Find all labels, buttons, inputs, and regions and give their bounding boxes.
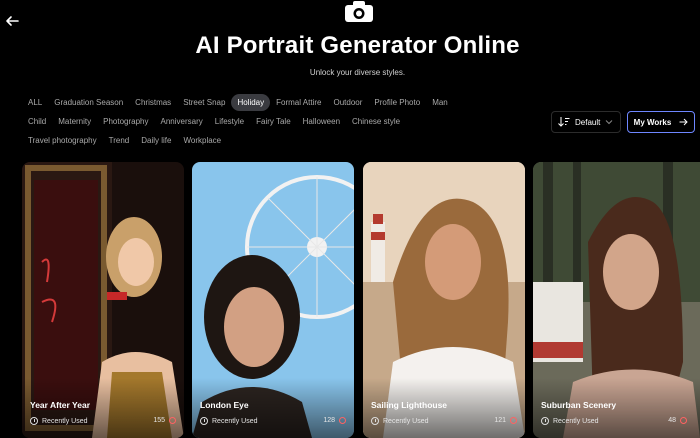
card-status: Recently Used	[200, 417, 258, 425]
tag-daily-life[interactable]: Daily life	[135, 132, 177, 149]
tag-profile-photo[interactable]: Profile Photo	[368, 94, 426, 111]
card-status-label: Recently Used	[383, 417, 429, 425]
card-count-value: 48	[668, 417, 676, 424]
tag-all[interactable]: ALL	[22, 94, 48, 111]
tag-christmas[interactable]: Christmas	[129, 94, 177, 111]
page-subtitle: Unlock your diverse styles.	[309, 68, 406, 77]
card-count: 48	[668, 417, 687, 424]
sort-icon	[558, 117, 570, 127]
my-works-button[interactable]: My Works	[627, 111, 695, 133]
back-arrow-icon[interactable]	[4, 13, 20, 29]
tag-workplace[interactable]: Workplace	[177, 132, 227, 149]
heart-icon	[680, 417, 687, 424]
heart-icon	[510, 417, 517, 424]
clock-icon	[30, 417, 38, 425]
heart-icon	[169, 417, 176, 424]
tag-halloween[interactable]: Halloween	[297, 113, 346, 130]
page-title: AI Portrait Generator Online	[195, 32, 520, 59]
card-status-label: Recently Used	[553, 417, 599, 425]
tag-anniversary[interactable]: Anniversary	[155, 113, 209, 130]
arrow-right-icon	[679, 118, 689, 126]
card-title: Year After Year	[30, 400, 91, 410]
card-count: 155	[153, 417, 176, 424]
tag-lifestyle[interactable]: Lifestyle	[209, 113, 250, 130]
tag-photography[interactable]: Photography	[97, 113, 154, 130]
camera-icon	[345, 1, 373, 22]
sort-dropdown[interactable]: Default	[551, 111, 621, 133]
tag-fairy-tale[interactable]: Fairy Tale	[250, 113, 297, 130]
card-count: 121	[494, 417, 517, 424]
category-row-3: Travel photography Trend Daily life Work…	[22, 132, 482, 149]
card-count-value: 155	[153, 417, 165, 424]
card-title: London Eye	[200, 400, 249, 410]
tag-travel-photography[interactable]: Travel photography	[22, 132, 103, 149]
card-count-value: 128	[323, 417, 335, 424]
tag-formal-attire[interactable]: Formal Attire	[270, 94, 327, 111]
clock-icon	[371, 417, 379, 425]
tag-trend[interactable]: Trend	[103, 132, 136, 149]
card-status: Recently Used	[541, 417, 599, 425]
style-card-sailing-lighthouse[interactable]: Sailing Lighthouse Recently Used 121	[363, 162, 525, 438]
sort-label: Default	[575, 117, 601, 127]
tag-man[interactable]: Man	[426, 94, 454, 111]
chevron-down-icon	[606, 120, 613, 125]
style-card-year-after-year[interactable]: Year After Year Recently Used 155	[22, 162, 184, 438]
style-card-london-eye[interactable]: London Eye Recently Used 128	[192, 162, 354, 438]
my-works-label: My Works	[633, 117, 672, 127]
card-title: Sailing Lighthouse	[371, 400, 448, 410]
tag-child[interactable]: Child	[22, 113, 52, 130]
clock-icon	[200, 417, 208, 425]
card-status: Recently Used	[371, 417, 429, 425]
category-row-1: ALL Graduation Season Christmas Street S…	[22, 94, 482, 111]
card-count-value: 121	[494, 417, 506, 424]
card-count: 128	[323, 417, 346, 424]
card-title: Suburban Scenery	[541, 400, 617, 410]
card-status: Recently Used	[30, 417, 88, 425]
clock-icon	[541, 417, 549, 425]
category-row-2: Child Maternity Photography Anniversary …	[22, 113, 482, 130]
tag-chinese-style[interactable]: Chinese style	[346, 113, 406, 130]
style-card-suburban-scenery[interactable]: Suburban Scenery Recently Used 48	[533, 162, 700, 438]
tag-maternity[interactable]: Maternity	[52, 113, 97, 130]
tag-outdoor[interactable]: Outdoor	[327, 94, 368, 111]
card-status-label: Recently Used	[42, 417, 88, 425]
tag-holiday[interactable]: Holiday	[231, 94, 271, 111]
tag-graduation-season[interactable]: Graduation Season	[48, 94, 129, 111]
tag-street-snap[interactable]: Street Snap	[177, 94, 231, 111]
card-status-label: Recently Used	[212, 417, 258, 425]
heart-icon	[339, 417, 346, 424]
